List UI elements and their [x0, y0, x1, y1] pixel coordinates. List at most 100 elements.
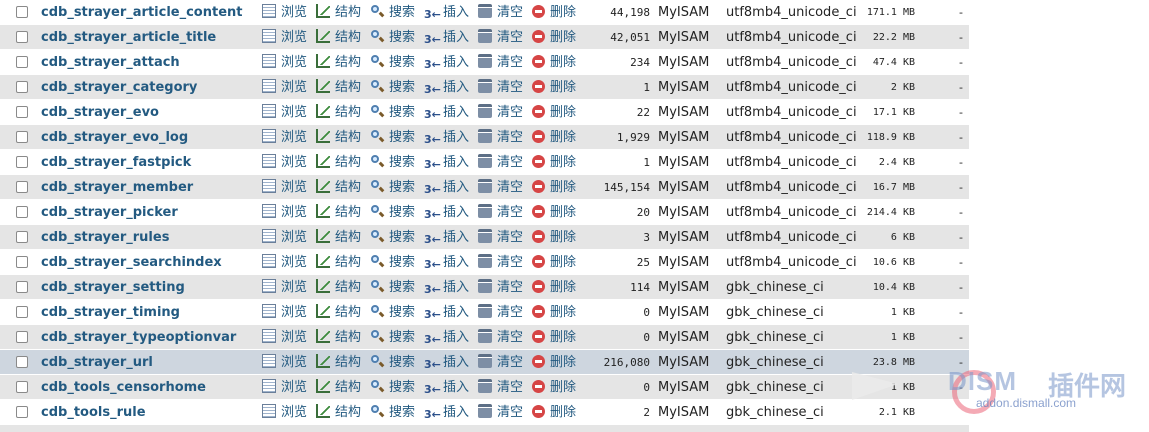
table-row[interactable]: cdb_strayer_url 浏览 结构 搜索 3← 插入 清空 删除 216,080 MyIS…	[0, 350, 969, 375]
drop-action[interactable]: 删除	[532, 250, 576, 275]
search-action[interactable]: 搜索	[370, 325, 415, 350]
row-checkbox[interactable]	[16, 81, 28, 93]
drop-action[interactable]: 删除	[532, 150, 576, 175]
row-checkbox[interactable]	[16, 381, 28, 393]
insert-action[interactable]: 3← 插入	[424, 325, 469, 350]
browse-action[interactable]: 浏览	[262, 150, 307, 175]
insert-action[interactable]: 3← 插入	[424, 175, 469, 200]
table-row[interactable]: cdb_strayer_typeoptionvar 浏览 结构 搜索 3← 插入 清空 删除 0…	[0, 325, 969, 350]
structure-action[interactable]: 结构	[316, 350, 361, 375]
table-row[interactable]: cdb_strayer_category 浏览 结构 搜索 3← 插入 清空 删除 1 MyISA…	[0, 75, 969, 100]
empty-action[interactable]: 清空	[478, 250, 523, 275]
table-name-link[interactable]: cdb_strayer_setting	[41, 275, 185, 300]
row-checkbox[interactable]	[16, 231, 28, 243]
drop-action[interactable]: 删除	[532, 375, 576, 400]
table-name-link[interactable]: cdb_strayer_attach	[41, 50, 180, 75]
row-checkbox[interactable]	[16, 406, 28, 418]
table-row[interactable]: cdb_strayer_searchindex 浏览 结构 搜索 3← 插入 清空 删除 25 M…	[0, 250, 969, 275]
table-name-link[interactable]: cdb_strayer_timing	[41, 300, 180, 325]
row-checkbox[interactable]	[16, 331, 28, 343]
browse-action[interactable]: 浏览	[262, 300, 307, 325]
drop-action[interactable]: 删除	[532, 100, 576, 125]
row-checkbox[interactable]	[16, 306, 28, 318]
empty-action[interactable]: 清空	[478, 75, 523, 100]
insert-action[interactable]: 3← 插入	[424, 200, 469, 225]
structure-action[interactable]: 结构	[316, 275, 361, 300]
empty-action[interactable]: 清空	[478, 150, 523, 175]
search-action[interactable]: 搜索	[370, 200, 415, 225]
search-action[interactable]: 搜索	[370, 150, 415, 175]
structure-action[interactable]: 结构	[316, 125, 361, 150]
empty-action[interactable]: 清空	[478, 300, 523, 325]
empty-action[interactable]: 清空	[478, 50, 523, 75]
insert-action[interactable]: 3← 插入	[424, 250, 469, 275]
search-action[interactable]: 搜索	[370, 25, 415, 50]
table-name-link[interactable]: cdb_strayer_searchindex	[41, 250, 222, 275]
structure-action[interactable]: 结构	[316, 75, 361, 100]
search-action[interactable]: 搜索	[370, 300, 415, 325]
browse-action[interactable]: 浏览	[262, 250, 307, 275]
structure-action[interactable]: 结构	[316, 300, 361, 325]
insert-action[interactable]: 3← 插入	[424, 25, 469, 50]
drop-action[interactable]: 删除	[532, 300, 576, 325]
table-row[interactable]: cdb_tools_censorhome 浏览 结构 搜索 3← 插入 清空 删除 0 MyISA…	[0, 375, 969, 400]
browse-action[interactable]: 浏览	[262, 50, 307, 75]
search-action[interactable]: 搜索	[370, 175, 415, 200]
browse-action[interactable]: 浏览	[262, 325, 307, 350]
structure-action[interactable]: 结构	[316, 150, 361, 175]
search-action[interactable]: 搜索	[370, 75, 415, 100]
drop-action[interactable]: 删除	[532, 200, 576, 225]
structure-action[interactable]: 结构	[316, 250, 361, 275]
insert-action[interactable]: 3← 插入	[424, 75, 469, 100]
table-row[interactable]: cdb_strayer_evo 浏览 结构 搜索 3← 插入 清空 删除 22 MyISAM utf…	[0, 100, 969, 125]
search-action[interactable]: 搜索	[370, 225, 415, 250]
table-name-link[interactable]: cdb_strayer_evo_log	[41, 125, 188, 150]
browse-action[interactable]: 浏览	[262, 100, 307, 125]
search-action[interactable]: 搜索	[370, 50, 415, 75]
table-name-link[interactable]: cdb_tools_rule	[41, 400, 146, 425]
table-row[interactable]: cdb_strayer_article_title 浏览 结构 搜索 3← 插入 清空 删除 4…	[0, 25, 969, 50]
browse-action[interactable]: 浏览	[262, 275, 307, 300]
insert-action[interactable]: 3← 插入	[424, 150, 469, 175]
browse-action[interactable]: 浏览	[262, 375, 307, 400]
empty-action[interactable]: 清空	[478, 125, 523, 150]
table-name-link[interactable]: cdb_strayer_url	[41, 350, 153, 375]
insert-action[interactable]: 3← 插入	[424, 375, 469, 400]
table-row[interactable]: cdb_strayer_member 浏览 结构 搜索 3← 插入 清空 删除 145,154 M…	[0, 175, 969, 200]
table-name-link[interactable]: cdb_strayer_evo	[41, 100, 159, 125]
browse-action[interactable]: 浏览	[262, 25, 307, 50]
row-checkbox[interactable]	[16, 56, 28, 68]
row-checkbox[interactable]	[16, 256, 28, 268]
table-row[interactable]: cdb_strayer_picker 浏览 结构 搜索 3← 插入 清空 删除 20 MyISAM…	[0, 200, 969, 225]
table-row[interactable]: cdb_strayer_setting 浏览 结构 搜索 3← 插入 清空 删除 114 MyIS…	[0, 275, 969, 300]
insert-action[interactable]: 3← 插入	[424, 225, 469, 250]
empty-action[interactable]: 清空	[478, 200, 523, 225]
browse-action[interactable]: 浏览	[262, 200, 307, 225]
drop-action[interactable]: 删除	[532, 50, 576, 75]
structure-action[interactable]: 结构	[316, 200, 361, 225]
drop-action[interactable]: 删除	[532, 325, 576, 350]
row-checkbox[interactable]	[16, 31, 28, 43]
table-name-link[interactable]: cdb_strayer_article_content	[41, 0, 242, 25]
drop-action[interactable]: 删除	[532, 225, 576, 250]
table-row[interactable]: cdb_strayer_attach 浏览 结构 搜索 3← 插入 清空 删除 234 MyISA…	[0, 50, 969, 75]
structure-action[interactable]: 结构	[316, 325, 361, 350]
drop-action[interactable]: 删除	[532, 25, 576, 50]
insert-action[interactable]: 3← 插入	[424, 350, 469, 375]
structure-action[interactable]: 结构	[316, 375, 361, 400]
browse-action[interactable]: 浏览	[262, 0, 307, 25]
empty-action[interactable]: 清空	[478, 350, 523, 375]
structure-action[interactable]: 结构	[316, 225, 361, 250]
row-checkbox[interactable]	[16, 281, 28, 293]
insert-action[interactable]: 3← 插入	[424, 50, 469, 75]
empty-action[interactable]: 清空	[478, 25, 523, 50]
row-checkbox[interactable]	[16, 6, 28, 18]
structure-action[interactable]: 结构	[316, 50, 361, 75]
browse-action[interactable]: 浏览	[262, 400, 307, 425]
search-action[interactable]: 搜索	[370, 0, 415, 25]
row-checkbox[interactable]	[16, 156, 28, 168]
search-action[interactable]: 搜索	[370, 375, 415, 400]
browse-action[interactable]: 浏览	[262, 350, 307, 375]
search-action[interactable]: 搜索	[370, 125, 415, 150]
table-row[interactable]: cdb_strayer_fastpick 浏览 结构 搜索 3← 插入 清空 删除 1 MyISA…	[0, 150, 969, 175]
